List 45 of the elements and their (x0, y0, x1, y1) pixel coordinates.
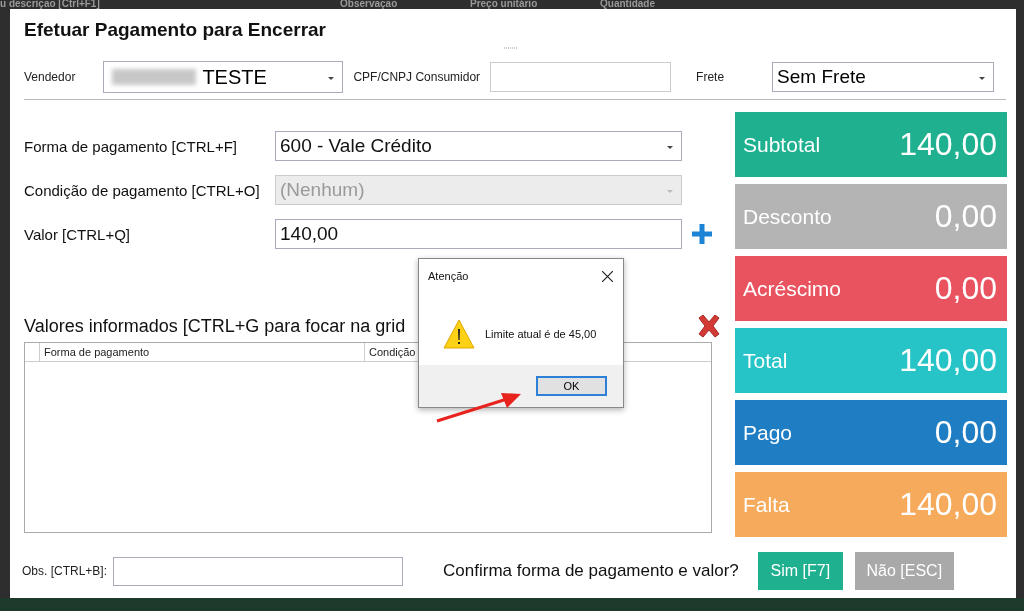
column-header: Quantidade (600, 0, 655, 9)
card-label: Acréscimo (743, 276, 842, 301)
card-value: 140,00 (899, 342, 997, 379)
ok-button[interactable]: OK (536, 376, 607, 396)
field-label: Condição de pagamento [CTRL+O] (24, 181, 261, 199)
field-label: Frete (696, 70, 725, 84)
alert-message: Limite atual é de 45,00 (485, 328, 597, 340)
caret-icon (979, 77, 986, 80)
seller-dropdown[interactable]: TESTE (103, 61, 344, 93)
dropdown[interactable]: 600 - Vale Crédito (275, 131, 682, 161)
column-header: Forma de pagamento (40, 343, 365, 361)
window-title: Efetuar Pagamento para Encerrar (24, 19, 327, 42)
card-label: Total (743, 348, 788, 373)
card-label: Falta (743, 492, 790, 517)
caret-icon (667, 190, 673, 193)
card-value: 0,00 (934, 414, 997, 451)
section-title: Valores informados [CTRL+G para focar na grid (24, 315, 406, 337)
freight-dropdown[interactable]: Sem Frete (772, 62, 995, 92)
column-header: Condição (368, 345, 416, 360)
input-field[interactable]: 140,00 (275, 219, 682, 249)
close-icon[interactable] (602, 270, 613, 282)
card-value: 0,00 (934, 198, 997, 235)
field-label: Vendedor (24, 70, 76, 84)
column-header: Preço unitário (470, 0, 539, 9)
field-label: Valor [CTRL+Q] (24, 225, 131, 243)
input-field[interactable] (490, 62, 672, 92)
card-value: 140,00 (899, 126, 997, 163)
dialog-title: Atenção (428, 270, 469, 282)
caret-icon (667, 146, 673, 149)
delete-icon[interactable] (696, 314, 722, 338)
card-label: Subtotal (743, 132, 821, 157)
caret-icon (328, 77, 335, 80)
field-label: CPF/CNPJ Consumidor (353, 70, 481, 84)
field-label: Obs. [CTRL+B]: (22, 564, 108, 578)
card-value: 140,00 (899, 486, 997, 523)
column-header: Observação (340, 0, 399, 9)
card-label: Desconto (743, 204, 832, 229)
card-label: Pago (743, 420, 793, 445)
plus-icon[interactable] (692, 224, 712, 244)
card-value: 0,00 (934, 270, 997, 307)
warning-icon (443, 319, 475, 349)
confirm-question: Confirma forma de pagamento e valor? (443, 561, 739, 581)
input-field[interactable] (113, 556, 404, 586)
column-header: u descrição [Ctrl+F1] (0, 0, 101, 9)
field-label: Forma de pagamento [CTRL+F] (24, 137, 238, 155)
